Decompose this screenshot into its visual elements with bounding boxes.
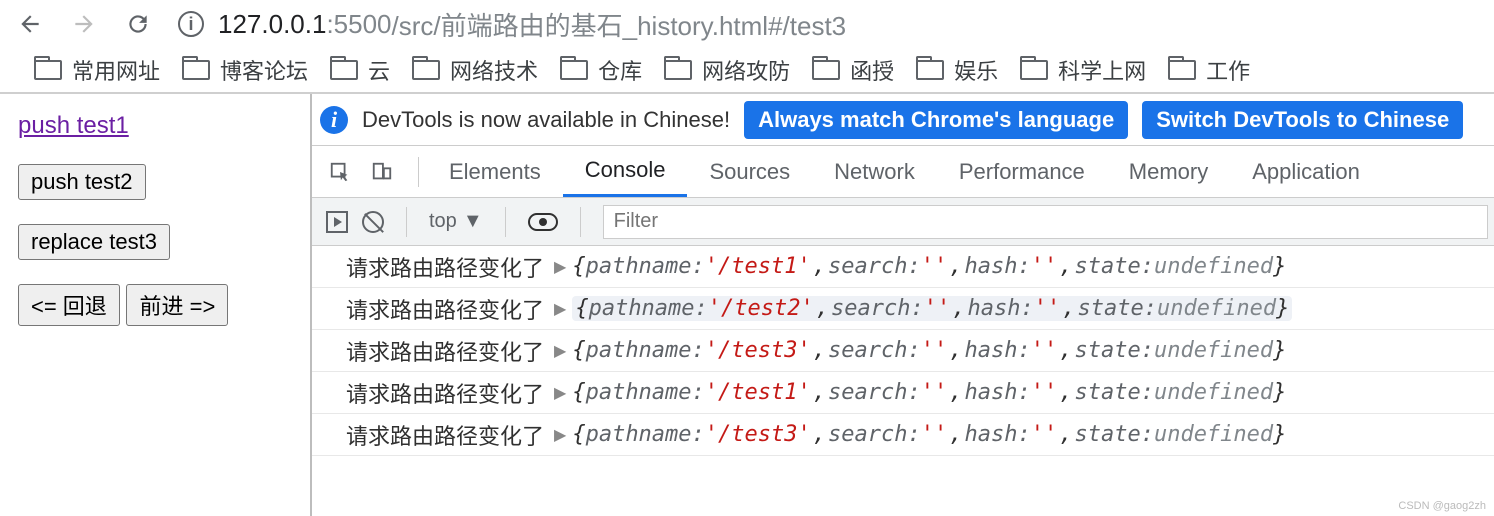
bookmark-item[interactable]: 工作	[1162, 54, 1256, 86]
browser-toolbar: i 127.0.0.1:5500/src/前端路由的基石_history.htm…	[0, 0, 1494, 48]
console-row[interactable]: 请求路由路径变化了 ▶ {pathname: '/test3', search: '…	[312, 414, 1494, 456]
url-path: /src/前端路由的基石_history.html#/test3	[392, 6, 847, 43]
console-row[interactable]: 请求路由路径变化了 ▶ {pathname: '/test3', search: '…	[312, 330, 1494, 372]
bookmark-label: 函授	[850, 54, 894, 86]
arrow-left-icon	[17, 11, 43, 37]
tab-network[interactable]: Network	[812, 146, 937, 197]
divider	[406, 207, 407, 237]
live-expression-icon[interactable]	[528, 213, 558, 231]
bookmark-label: 工作	[1206, 54, 1250, 86]
expand-arrow-icon[interactable]: ▶	[554, 425, 566, 445]
bookmark-label: 博客论坛	[220, 54, 308, 86]
expand-arrow-icon[interactable]: ▶	[554, 299, 566, 319]
bookmark-item[interactable]: 博客论坛	[176, 54, 314, 86]
folder-icon	[330, 60, 358, 80]
replace-test3-button[interactable]: replace test3	[18, 224, 170, 260]
forward-history-button[interactable]: 前进 =>	[126, 284, 228, 326]
console-message: 请求路由路径变化了	[346, 335, 544, 367]
bookmark-label: 仓库	[598, 54, 642, 86]
console-message: 请求路由路径变化了	[346, 419, 544, 451]
tab-console[interactable]: Console	[563, 146, 688, 197]
folder-icon	[412, 60, 440, 80]
reload-button[interactable]	[114, 0, 162, 48]
forward-button[interactable]	[60, 0, 108, 48]
tab-sources[interactable]: Sources	[687, 146, 812, 197]
switch-chinese-button[interactable]: Switch DevTools to Chinese	[1142, 101, 1463, 139]
context-selector[interactable]: top ▼	[429, 210, 483, 233]
folder-icon	[560, 60, 588, 80]
inspect-icon[interactable]	[328, 160, 352, 184]
console-object[interactable]: {pathname: '/test1', search: '', hash: '…	[572, 380, 1286, 405]
console-output: 请求路由路径变化了 ▶ {pathname: '/test1', search: '…	[312, 246, 1494, 516]
bookmark-label: 云	[368, 54, 390, 86]
info-icon: i	[320, 106, 348, 134]
site-info-icon[interactable]: i	[178, 11, 204, 37]
arrow-right-icon	[71, 11, 97, 37]
folder-icon	[34, 60, 62, 80]
console-object[interactable]: {pathname: '/test2', search: '', hash: '…	[572, 296, 1292, 321]
console-message: 请求路由路径变化了	[346, 251, 544, 283]
devtools-tabs: ElementsConsoleSourcesNetworkPerformance…	[312, 146, 1494, 198]
bookmark-label: 网络技术	[450, 54, 538, 86]
tab-application[interactable]: Application	[1230, 146, 1382, 197]
folder-icon	[1020, 60, 1048, 80]
back-history-button[interactable]: <= 回退	[18, 284, 120, 326]
chevron-down-icon: ▼	[463, 210, 483, 233]
console-object[interactable]: {pathname: '/test3', search: '', hash: '…	[572, 422, 1286, 447]
watermark: CSDN @gaog2zh	[1398, 500, 1486, 512]
context-label: top	[429, 210, 457, 233]
tab-elements[interactable]: Elements	[427, 146, 563, 197]
bookmark-item[interactable]: 娱乐	[910, 54, 1004, 86]
push-test1-link[interactable]: push test1	[18, 112, 129, 140]
bookmark-item[interactable]: 科学上网	[1014, 54, 1152, 86]
bookmark-item[interactable]: 网络攻防	[658, 54, 796, 86]
bookmark-bar: 常用网址 博客论坛 云 网络技术 仓库 网络攻防 函授 娱乐 科学上网 工作	[0, 48, 1494, 92]
bookmark-label: 科学上网	[1058, 54, 1146, 86]
page-panel: push test1 push test2 replace test3 <= 回…	[0, 94, 312, 516]
console-row[interactable]: 请求路由路径变化了 ▶ {pathname: '/test1', search: '…	[312, 246, 1494, 288]
console-message: 请求路由路径变化了	[346, 293, 544, 325]
devtools-notice: i DevTools is now available in Chinese! …	[312, 94, 1494, 146]
folder-icon	[664, 60, 692, 80]
bookmark-label: 常用网址	[72, 54, 160, 86]
reload-icon	[125, 11, 151, 37]
execution-context-icon[interactable]	[326, 211, 348, 233]
console-object[interactable]: {pathname: '/test3', search: '', hash: '…	[572, 338, 1286, 363]
console-message: 请求路由路径变化了	[346, 377, 544, 409]
console-row[interactable]: 请求路由路径变化了 ▶ {pathname: '/test1', search: '…	[312, 372, 1494, 414]
bookmark-label: 网络攻防	[702, 54, 790, 86]
expand-arrow-icon[interactable]: ▶	[554, 383, 566, 403]
divider	[505, 207, 506, 237]
divider	[418, 157, 419, 187]
notice-text: DevTools is now available in Chinese!	[362, 107, 730, 133]
bookmark-item[interactable]: 网络技术	[406, 54, 544, 86]
console-row[interactable]: 请求路由路径变化了 ▶ {pathname: '/test2', search: '…	[312, 288, 1494, 330]
clear-console-icon[interactable]	[362, 211, 384, 233]
tab-memory[interactable]: Memory	[1107, 146, 1230, 197]
bookmark-item[interactable]: 常用网址	[28, 54, 166, 86]
console-filter-bar: top ▼	[312, 198, 1494, 246]
url-port: :5500	[326, 9, 391, 40]
bookmark-label: 娱乐	[954, 54, 998, 86]
expand-arrow-icon[interactable]: ▶	[554, 257, 566, 277]
url-host: 127.0.0.1	[218, 9, 326, 40]
folder-icon	[812, 60, 840, 80]
bookmark-item[interactable]: 函授	[806, 54, 900, 86]
devtools-panel: i DevTools is now available in Chinese! …	[312, 94, 1494, 516]
match-language-button[interactable]: Always match Chrome's language	[744, 101, 1128, 139]
folder-icon	[916, 60, 944, 80]
device-icon[interactable]	[370, 160, 394, 184]
divider	[580, 207, 581, 237]
folder-icon	[1168, 60, 1196, 80]
back-button[interactable]	[6, 0, 54, 48]
console-object[interactable]: {pathname: '/test1', search: '', hash: '…	[572, 254, 1286, 279]
filter-input[interactable]	[603, 205, 1488, 239]
expand-arrow-icon[interactable]: ▶	[554, 341, 566, 361]
bookmark-item[interactable]: 仓库	[554, 54, 648, 86]
address-bar[interactable]: i 127.0.0.1:5500/src/前端路由的基石_history.htm…	[168, 4, 1488, 44]
folder-icon	[182, 60, 210, 80]
tab-performance[interactable]: Performance	[937, 146, 1107, 197]
push-test2-button[interactable]: push test2	[18, 164, 146, 200]
bookmark-item[interactable]: 云	[324, 54, 396, 86]
